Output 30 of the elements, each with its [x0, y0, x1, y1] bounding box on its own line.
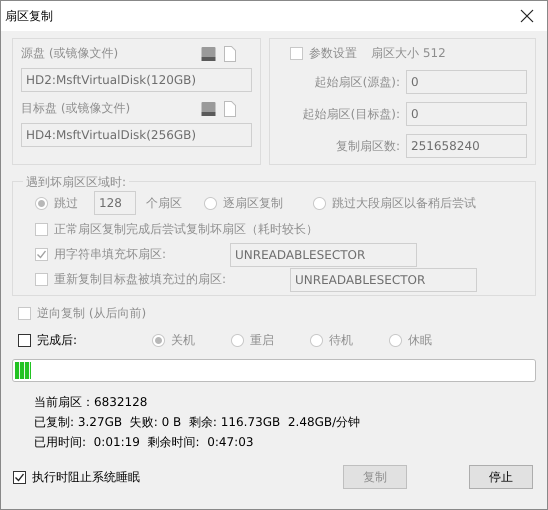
field-label: 起始扇区(源盘): — [314, 74, 400, 90]
status-text: 已复制: 3.27GB 失败: 0 B 剩余: 116.73GB 2.48GB/分钟 — [34, 414, 362, 431]
group-title: 遇到坏扇区区域时: — [23, 174, 130, 191]
field-label: 复制扇区数: — [336, 138, 400, 154]
params-label: 参数设置 — [309, 45, 357, 62]
option-label: 重启 — [250, 332, 274, 349]
window-title: 扇区复制 — [5, 8, 53, 24]
option-label: 重新复制目标盘被填充过的扇区: — [54, 271, 228, 288]
sector-size-label: 扇区大小 512 — [371, 45, 446, 62]
option-label: 跳过 — [54, 194, 78, 212]
action-button[interactable]: 停止 — [469, 465, 533, 489]
option-label: 关机 — [171, 332, 195, 349]
disk-label: 目标盘 (或镜像文件) — [21, 100, 130, 117]
status-text: 当前扇区：6832128 — [34, 394, 148, 411]
option-label: 逆向复制 (从后向前) — [37, 305, 146, 322]
option-label: 逐扇区复制 — [223, 194, 283, 212]
checkbox[interactable] — [13, 470, 26, 484]
disk-label: 源盘 (或镜像文件) — [21, 45, 118, 62]
option-label: 完成后: — [37, 332, 78, 349]
option-label: 待机 — [329, 332, 353, 349]
option-label: 执行时阻止系统睡眠 — [32, 468, 140, 486]
option-label: 正常扇区复制完成后尝试复制坏扇区（耗时较长） — [54, 221, 318, 238]
option-label: 休眠 — [408, 332, 432, 349]
field-label: 起始扇区(目标盘): — [302, 106, 400, 122]
option-label: 跳过大段扇区以备稍后尝试 — [332, 194, 476, 212]
option-label: 用字符串填充坏扇区: — [54, 246, 168, 263]
unit-label: 个扇区 — [146, 194, 182, 212]
checkbox[interactable] — [18, 334, 31, 347]
close-icon — [520, 9, 534, 23]
status-text: 已用时间: 0:01:19 剩余时间: 0:47:03 — [34, 434, 254, 451]
